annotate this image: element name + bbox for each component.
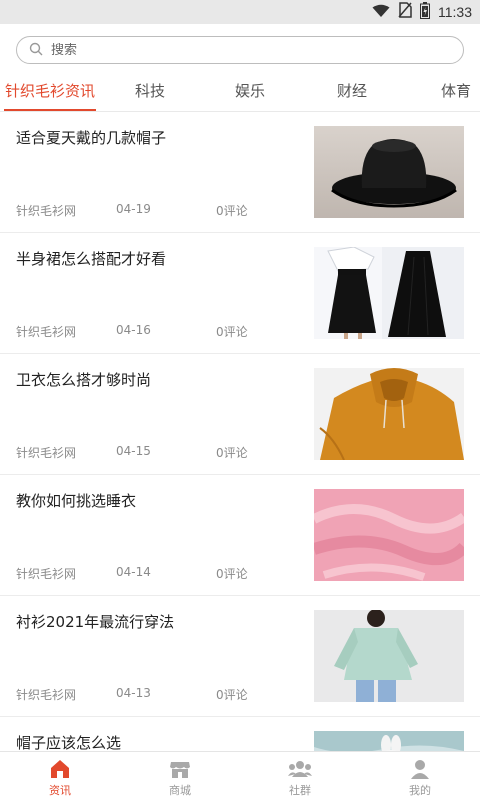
nav-community[interactable]: 社群 xyxy=(240,752,360,800)
news-source: 针织毛衫网 xyxy=(16,446,77,460)
news-meta: 针织毛衫网 04-14 0评论 xyxy=(16,565,248,582)
news-item[interactable]: 适合夏天戴的几款帽子 针织毛衫网 04-19 0评论 xyxy=(0,112,480,233)
pink-fleece-photo xyxy=(314,489,464,581)
news-comments: 0评论 xyxy=(216,567,248,581)
news-title: 帽子应该怎么选 xyxy=(16,734,122,752)
tab-finance[interactable]: 财经 xyxy=(312,72,392,112)
status-bar: 11:33 xyxy=(0,0,480,24)
news-source: 针织毛衫网 xyxy=(16,688,77,702)
news-date: 04-15 xyxy=(116,444,151,458)
search-icon xyxy=(29,41,43,60)
news-meta: 针织毛衫网 04-15 0评论 xyxy=(16,444,248,461)
nav-label: 资讯 xyxy=(49,784,71,797)
nav-store[interactable]: 商城 xyxy=(120,752,240,800)
news-item[interactable]: 帽子应该怎么选 xyxy=(0,717,480,752)
black-skirts-photo xyxy=(314,247,464,339)
active-tab-indicator xyxy=(4,109,96,111)
store-icon xyxy=(169,758,191,780)
news-comments: 0评论 xyxy=(216,446,248,460)
category-tabs: 针织毛衫资讯 科技 娱乐 财经 体育 xyxy=(0,72,480,112)
news-title: 适合夏天戴的几款帽子 xyxy=(16,129,167,147)
home-icon xyxy=(49,758,71,780)
tab-sports[interactable]: 体育 xyxy=(416,72,480,112)
nav-label: 我的 xyxy=(409,784,431,797)
user-icon xyxy=(409,758,431,780)
tab-entertainment[interactable]: 娱乐 xyxy=(210,72,290,112)
wifi-icon xyxy=(372,3,390,22)
orange-hoodie-photo xyxy=(314,368,464,460)
black-hat-photo xyxy=(314,126,464,218)
nav-news[interactable]: 资讯 xyxy=(0,752,120,800)
news-comments: 0评论 xyxy=(216,325,248,339)
news-date: 04-16 xyxy=(116,323,151,337)
battery-icon xyxy=(420,1,430,23)
no-sim-icon xyxy=(398,2,412,22)
news-list: 适合夏天戴的几款帽子 针织毛衫网 04-19 0评论 半身裙怎么搭配才好看 针织… xyxy=(0,112,480,752)
news-source: 针织毛衫网 xyxy=(16,325,77,339)
nav-profile[interactable]: 我的 xyxy=(360,752,480,800)
news-meta: 针织毛衫网 04-19 0评论 xyxy=(16,202,248,219)
nav-label: 商城 xyxy=(169,784,191,797)
news-date: 04-14 xyxy=(116,565,151,579)
search-bar[interactable] xyxy=(16,36,464,64)
search-input[interactable] xyxy=(51,42,431,58)
community-icon xyxy=(288,758,312,780)
news-item[interactable]: 教你如何挑选睡衣 针织毛衫网 04-14 0评论 xyxy=(0,475,480,596)
news-title: 半身裙怎么搭配才好看 xyxy=(16,250,167,268)
news-title: 卫衣怎么搭才够时尚 xyxy=(16,371,152,389)
news-title: 教你如何挑选睡衣 xyxy=(16,492,137,510)
mint-shirt-photo xyxy=(314,610,464,702)
news-source: 针织毛衫网 xyxy=(16,567,77,581)
news-item[interactable]: 衬衫2021年最流行穿法 针织毛衫网 04-13 0评论 xyxy=(0,596,480,717)
news-meta: 针织毛衫网 04-13 0评论 xyxy=(16,686,248,703)
status-time: 11:33 xyxy=(438,4,472,20)
tab-knitwear-news[interactable]: 针织毛衫资讯 xyxy=(0,72,100,112)
news-date: 04-13 xyxy=(116,686,151,700)
bottom-nav: 资讯 商城 社群 我的 xyxy=(0,751,480,800)
bunny-photo xyxy=(314,731,464,752)
nav-label: 社群 xyxy=(289,784,311,797)
tab-tech[interactable]: 科技 xyxy=(110,72,190,112)
news-item[interactable]: 半身裙怎么搭配才好看 针织毛衫网 04-16 0评论 xyxy=(0,233,480,354)
news-date: 04-19 xyxy=(116,202,151,216)
news-source: 针织毛衫网 xyxy=(16,204,77,218)
news-item[interactable]: 卫衣怎么搭才够时尚 针织毛衫网 04-15 0评论 xyxy=(0,354,480,475)
news-comments: 0评论 xyxy=(216,688,248,702)
news-title: 衬衫2021年最流行穿法 xyxy=(16,613,175,631)
news-comments: 0评论 xyxy=(216,204,248,218)
news-meta: 针织毛衫网 04-16 0评论 xyxy=(16,323,248,340)
